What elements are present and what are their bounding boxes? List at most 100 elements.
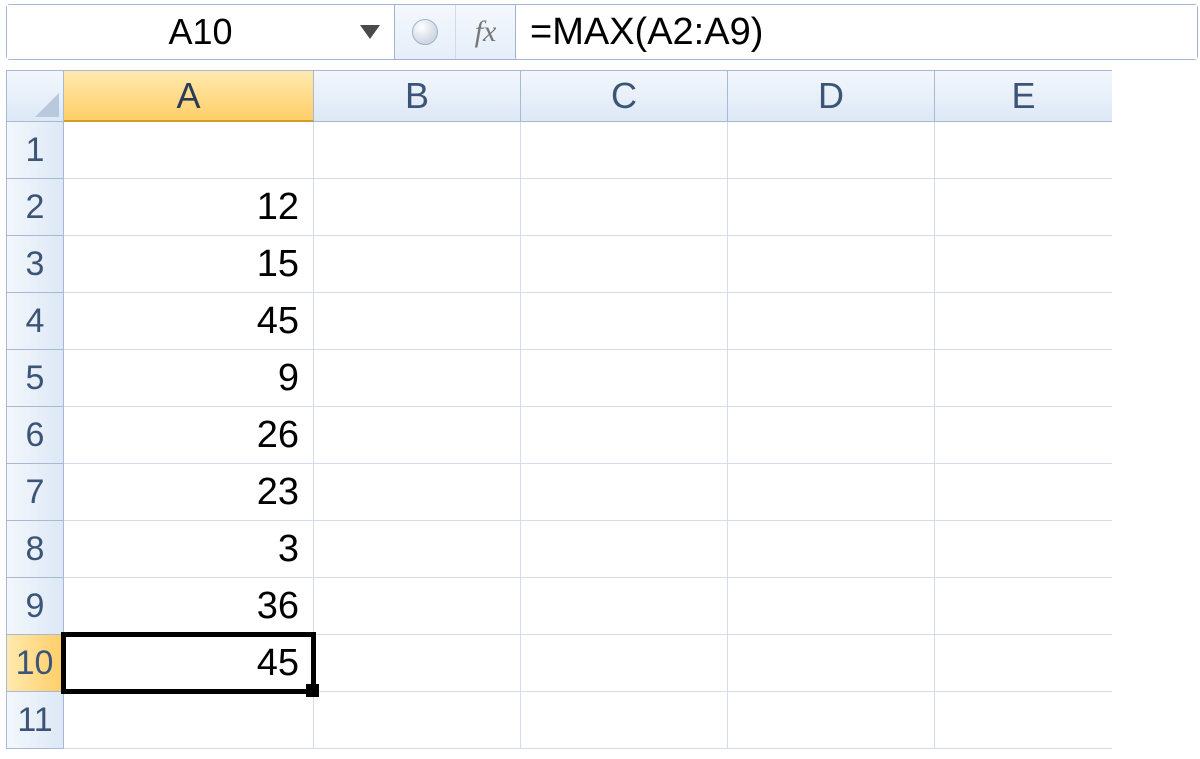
cell-C7[interactable] [521,464,728,521]
cell-E5[interactable] [935,350,1112,407]
row-label: 3 [26,245,45,284]
cell-B2[interactable] [314,179,521,236]
cell-E4[interactable] [935,293,1112,350]
cell-D2[interactable] [728,179,935,236]
cell-D6[interactable] [728,407,935,464]
cell-D3[interactable] [728,236,935,293]
cell-D4[interactable] [728,293,935,350]
cell-A1[interactable] [64,122,314,179]
cell-A8[interactable]: 3 [64,521,314,578]
row-label: 11 [17,701,52,740]
col-header-B[interactable]: B [314,70,521,122]
row-header-3[interactable]: 3 [6,236,64,293]
cell-B1[interactable] [314,122,521,179]
row-label: 1 [26,131,45,170]
cell-B10[interactable] [314,635,521,692]
row-header-10[interactable]: 10 [6,635,64,692]
row-header-9[interactable]: 9 [6,578,64,635]
cell-C6[interactable] [521,407,728,464]
row-label: 2 [26,188,45,227]
name-box[interactable]: A10 [7,5,395,59]
cell-C4[interactable] [521,293,728,350]
cell-C8[interactable] [521,521,728,578]
row-11: 11 [6,692,1198,749]
row-header-5[interactable]: 5 [6,350,64,407]
row-header-8[interactable]: 8 [6,521,64,578]
cell-D11[interactable] [728,692,935,749]
cell-D9[interactable] [728,578,935,635]
cell-C5[interactable] [521,350,728,407]
cell-B11[interactable] [314,692,521,749]
cell-B7[interactable] [314,464,521,521]
row-header-2[interactable]: 2 [6,179,64,236]
formula-input[interactable]: =MAX(A2:A9) [516,5,1197,59]
row-9: 9 36 [6,578,1198,635]
cell-E3[interactable] [935,236,1112,293]
cell-D10[interactable] [728,635,935,692]
cell-B5[interactable] [314,350,521,407]
row-label: 10 [16,644,54,683]
cell-E6[interactable] [935,407,1112,464]
cell-A4[interactable]: 45 [64,293,314,350]
col-header-C[interactable]: C [521,70,728,122]
cell-E7[interactable] [935,464,1112,521]
cell-E9[interactable] [935,578,1112,635]
cell-value: 45 [257,300,299,343]
fx-button[interactable]: fx [455,5,515,59]
cell-D5[interactable] [728,350,935,407]
cell-A5[interactable]: 9 [64,350,314,407]
cell-A9[interactable]: 36 [64,578,314,635]
row-label: 7 [26,473,45,512]
row-header-4[interactable]: 4 [6,293,64,350]
col-header-D[interactable]: D [728,70,935,122]
cell-A10[interactable]: 45 [64,635,314,692]
cell-E10[interactable] [935,635,1112,692]
col-header-A[interactable]: A [64,70,314,122]
fx-icon: fx [475,15,497,49]
cell-A3[interactable]: 15 [64,236,314,293]
cell-D7[interactable] [728,464,935,521]
col-label: A [176,75,200,117]
cell-C1[interactable] [521,122,728,179]
row-header-7[interactable]: 7 [6,464,64,521]
cell-C3[interactable] [521,236,728,293]
select-all-corner[interactable] [6,70,64,122]
cell-A11[interactable] [64,692,314,749]
cell-C10[interactable] [521,635,728,692]
cell-B9[interactable] [314,578,521,635]
row-label: 6 [26,416,45,455]
cell-E11[interactable] [935,692,1112,749]
cell-B8[interactable] [314,521,521,578]
cell-B6[interactable] [314,407,521,464]
cell-A7[interactable]: 23 [64,464,314,521]
cell-D8[interactable] [728,521,935,578]
cell-C2[interactable] [521,179,728,236]
row-5: 5 9 [6,350,1198,407]
cell-value: 12 [257,186,299,229]
row-header-11[interactable]: 11 [6,692,64,749]
name-box-dropdown-icon[interactable] [360,25,380,39]
cell-E2[interactable] [935,179,1112,236]
cell-value: 36 [257,585,299,628]
cell-C11[interactable] [521,692,728,749]
cell-B4[interactable] [314,293,521,350]
col-header-E[interactable]: E [935,70,1112,122]
row-8: 8 3 [6,521,1198,578]
cell-value: 15 [257,243,299,286]
cell-D1[interactable] [728,122,935,179]
fill-handle[interactable] [306,684,319,697]
cell-value: 9 [278,357,299,400]
cell-C9[interactable] [521,578,728,635]
cell-A6[interactable]: 26 [64,407,314,464]
row-2: 2 12 [6,179,1198,236]
cell-B3[interactable] [314,236,521,293]
column-headers: A B C D E [6,70,1198,122]
cancel-button[interactable] [395,5,455,59]
cell-E1[interactable] [935,122,1112,179]
cell-A2[interactable]: 12 [64,179,314,236]
grid: 1 2 12 3 15 4 45 [6,122,1198,749]
cell-E8[interactable] [935,521,1112,578]
row-header-6[interactable]: 6 [6,407,64,464]
row-header-1[interactable]: 1 [6,122,64,179]
col-label: E [1011,75,1035,117]
